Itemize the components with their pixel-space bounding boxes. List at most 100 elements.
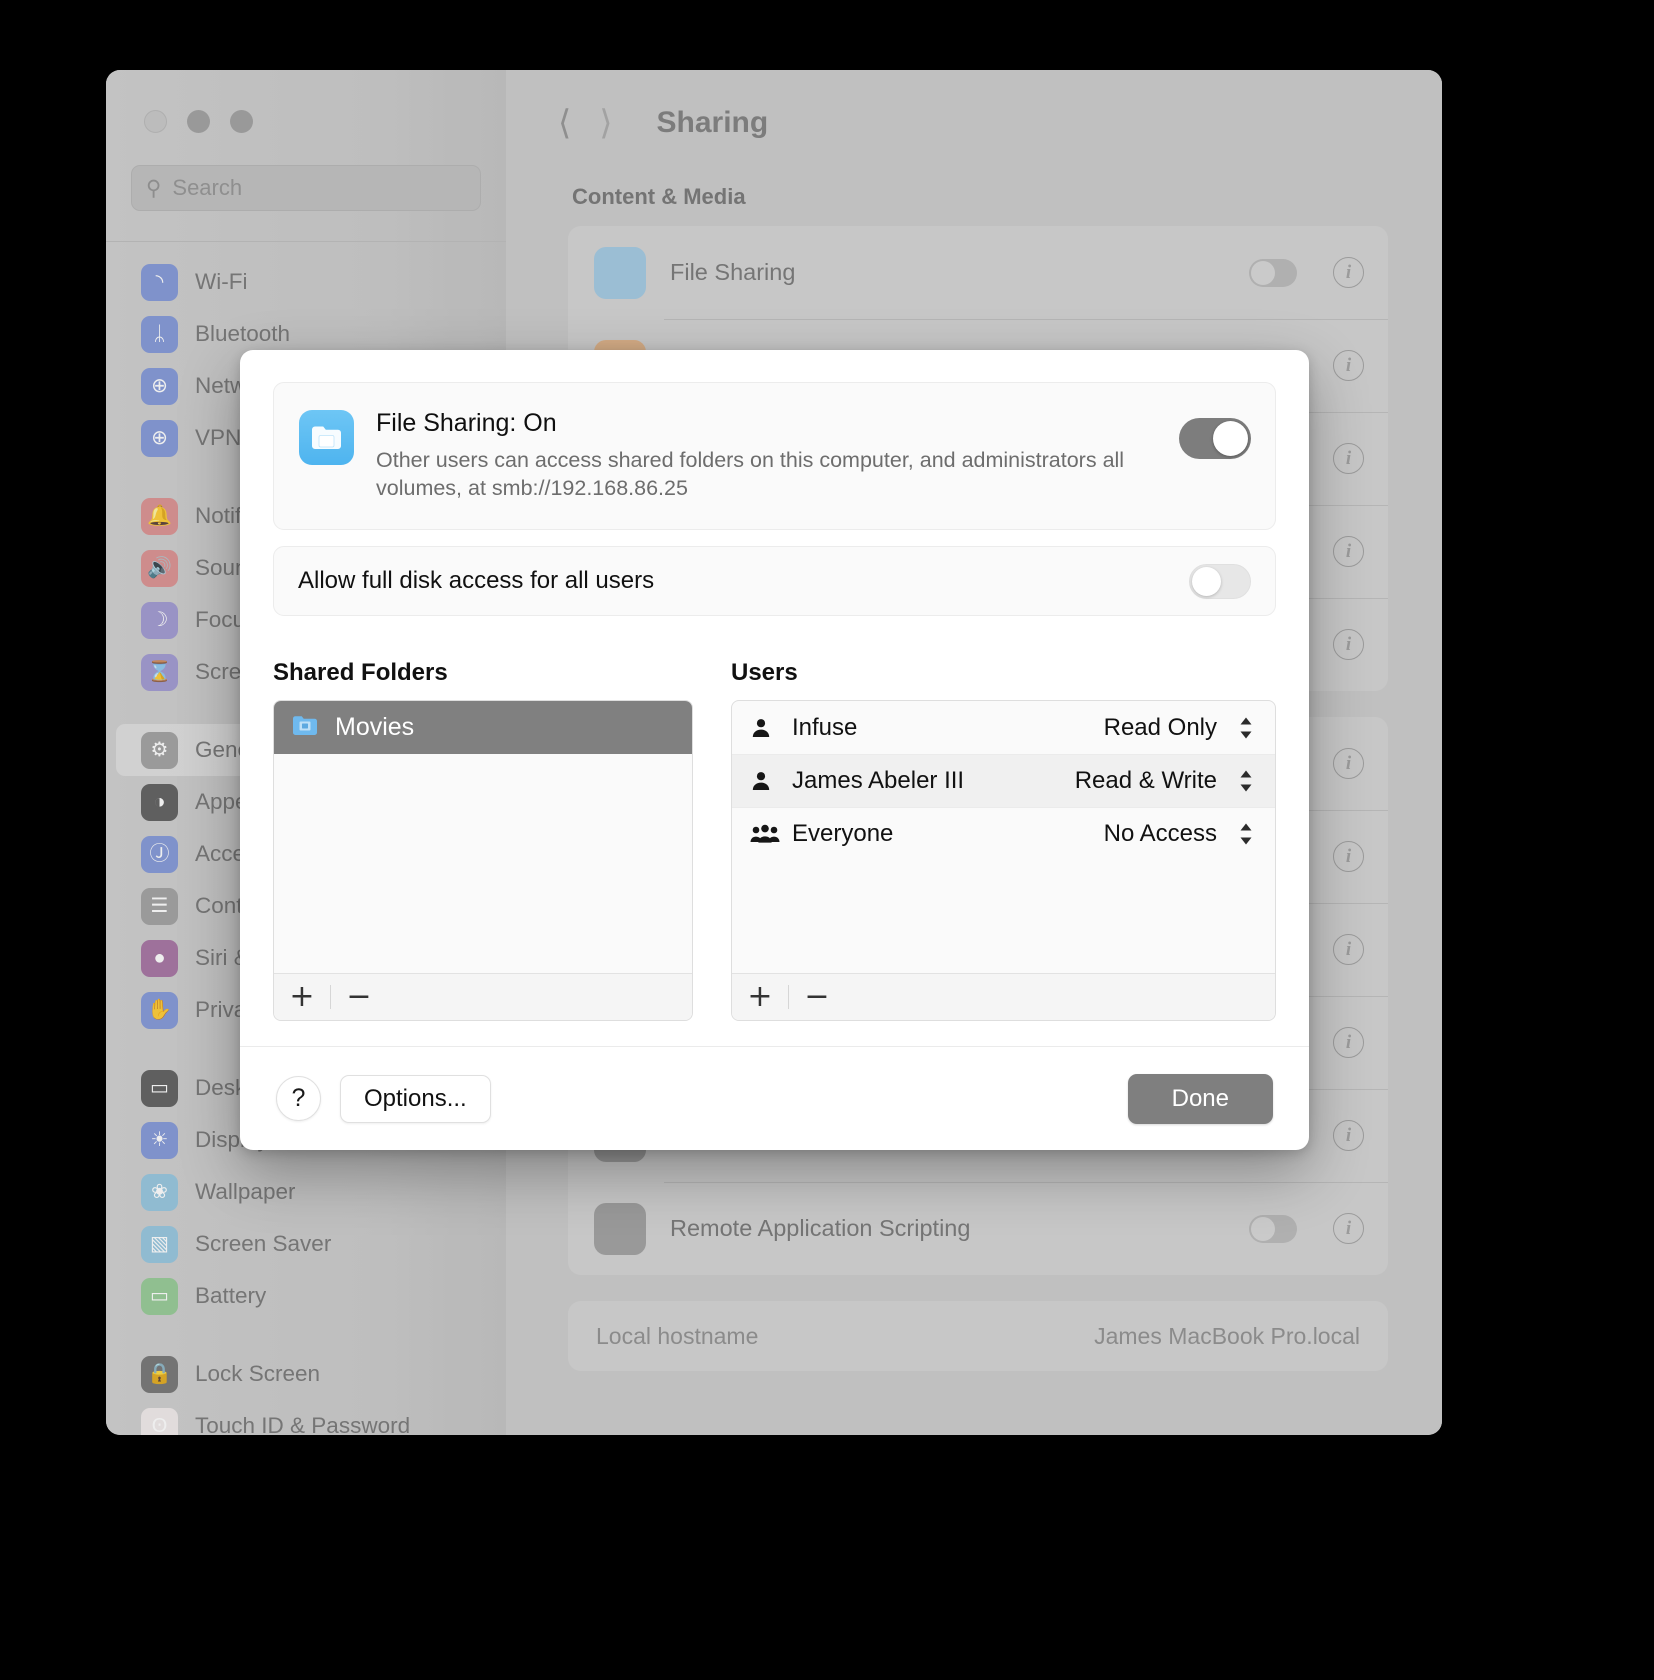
permission-stepper-icon[interactable] [1235,768,1257,794]
minimize-button[interactable] [187,110,210,133]
user-row[interactable]: James Abeler IIIRead & Write [732,754,1275,807]
sidebar-item-label: Wi-Fi [195,269,247,295]
permission-stepper-icon[interactable] [1235,821,1257,847]
file-sharing-toggle[interactable] [1179,418,1251,459]
file-sharing-sheet: File Sharing: On Other users can access … [240,350,1309,1150]
sidebar-item-label: Touch ID & Password [195,1413,410,1435]
file-sharing-title: File Sharing: On [376,409,1157,438]
navigation-row: ⟨ ⟩ Sharing [550,70,1398,140]
user-permission-value: Read & Write [1075,767,1217,795]
sidebar-item-label: VPN [195,425,241,451]
add-shared-folder-button[interactable]: + [274,974,330,1020]
info-icon[interactable]: i [1333,1120,1364,1151]
shared-folder-row[interactable]: Movies [274,701,692,754]
info-icon[interactable]: i [1333,629,1364,660]
screen-saver-icon: ▧ [141,1226,178,1263]
moon-icon: ☽ [141,602,178,639]
sheet-footer: ? Options... Done [240,1046,1309,1150]
help-button[interactable]: ? [276,1076,321,1121]
control-center-icon: ☰ [141,888,178,925]
hostname-value: James MacBook Pro.local [1094,1323,1360,1350]
hostname-row[interactable]: Local hostname James MacBook Pro.local [568,1301,1388,1371]
options-button[interactable]: Options... [340,1075,491,1123]
sidebar-item-label: Bluetooth [195,321,290,347]
user-name: Everyone [792,820,1104,848]
remove-user-button[interactable]: − [789,974,845,1020]
settings-row-toggle[interactable] [1249,1215,1297,1243]
battery-icon: ▭ [141,1278,178,1315]
user-row[interactable]: EveryoneNo Access [732,807,1275,860]
info-icon[interactable]: i [1333,443,1364,474]
shared-folder-name: Movies [335,713,414,742]
section-header-content-media: Content & Media [572,184,1398,210]
lists-container: Shared Folders Movies + − Users InfuseRe… [273,659,1276,1021]
remove-shared-folder-button[interactable]: − [331,974,387,1020]
user-row[interactable]: InfuseRead Only [732,701,1275,754]
info-icon[interactable]: i [1333,350,1364,381]
sidebar-item-screen-saver[interactable]: ▧Screen Saver [116,1218,496,1270]
user-permission-value: No Access [1104,820,1217,848]
shared-folders-footer: + − [274,973,692,1020]
person-icon [750,717,792,739]
bell-icon: 🔔 [141,498,178,535]
movies-folder-icon [292,715,318,741]
users-footer: + − [732,973,1275,1020]
zoom-button[interactable] [230,110,253,133]
settings-row-toggle[interactable] [1249,259,1297,287]
info-icon[interactable]: i [1333,841,1364,872]
accessibility-icon: Ⓙ [141,836,178,873]
siri-icon: ● [141,940,178,977]
back-button[interactable]: ⟨ [558,106,571,140]
gear-icon: ⚙ [141,732,178,769]
info-icon[interactable]: i [1333,1027,1364,1058]
hourglass-icon: ⌛ [141,654,178,691]
info-icon[interactable]: i [1333,536,1364,567]
full-disk-access-toggle[interactable] [1189,564,1251,599]
search-input[interactable]: ⚲ Search [131,165,481,211]
sidebar-item-battery[interactable]: ▭ Battery [116,1270,496,1322]
users-header: Users [731,659,1276,687]
sidebar-item-touch-id-password[interactable]: ʘ Touch ID & Password [116,1400,496,1435]
shared-folders-list: Movies + − [273,700,693,1021]
close-button[interactable] [144,110,167,133]
permission-stepper-icon[interactable] [1235,715,1257,741]
settings-row-label: File Sharing [670,259,1249,286]
vpn-globe-icon: ⊕ [141,420,178,457]
full-disk-access-label: Allow full disk access for all users [298,567,1189,595]
user-name: James Abeler III [792,767,1075,795]
shared-folders-header: Shared Folders [273,659,693,687]
lock-icon: 🔒 [141,1356,178,1393]
sidebar-item-wi-fi[interactable]: ◝Wi-Fi [116,256,496,308]
settings-row-label: Remote Application Scripting [670,1215,1249,1242]
users-column: Users InfuseRead OnlyJames Abeler IIIRea… [731,659,1276,1021]
search-placeholder: Search [172,175,242,201]
forward-button[interactable]: ⟩ [599,106,612,140]
hostname-group: Local hostname James MacBook Pro.local [568,1301,1388,1371]
info-icon[interactable]: i [1333,934,1364,965]
info-icon[interactable]: i [1333,1213,1364,1244]
file-sharing-folder-icon [299,410,354,465]
network-globe-icon: ⊕ [141,368,178,405]
remote-app-scripting-icon [594,1203,646,1255]
speaker-icon: 🔊 [141,550,178,587]
hand-icon: ✋ [141,992,178,1029]
info-icon[interactable]: i [1333,257,1364,288]
done-button[interactable]: Done [1128,1074,1273,1124]
sidebar-item-wallpaper[interactable]: ❀ Wallpaper [116,1166,496,1218]
desktop-dock-icon: ▭ [141,1070,178,1107]
fingerprint-icon: ʘ [141,1408,178,1436]
wallpaper-icon: ❀ [141,1174,178,1211]
hostname-label: Local hostname [596,1323,758,1350]
search-icon: ⚲ [146,178,161,199]
settings-row[interactable]: Remote Application Scripting i [568,1182,1388,1275]
sidebar-item-lock-screen[interactable]: 🔒Lock Screen [116,1348,496,1400]
info-icon[interactable]: i [1333,748,1364,779]
display-brightness-icon: ☀ [141,1122,178,1159]
add-user-button[interactable]: + [732,974,788,1020]
window-traffic-lights [106,70,506,133]
sidebar-item-label: Battery [195,1283,266,1309]
sidebar-item-label: Wallpaper [195,1179,295,1205]
user-name: Infuse [792,714,1104,742]
users-list: InfuseRead OnlyJames Abeler IIIRead & Wr… [731,700,1276,1021]
settings-row[interactable]: File Sharing i [568,226,1388,319]
